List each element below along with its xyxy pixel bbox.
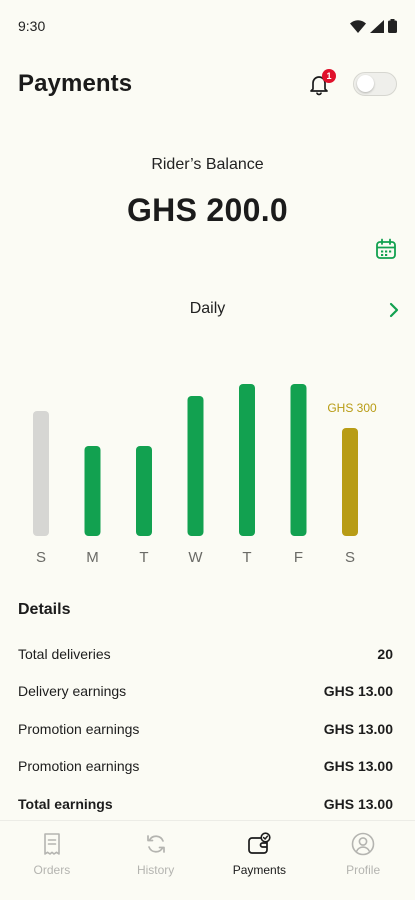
header: Payments 1: [18, 66, 397, 102]
chart-bar[interactable]: [290, 384, 307, 536]
detail-value: GHS 13.00: [323, 683, 393, 700]
availability-toggle[interactable]: [353, 72, 397, 96]
details-list: Total deliveries 20 Delivery earnings GH…: [18, 635, 393, 823]
status-bar: 9:30: [0, 0, 415, 52]
period-label: Daily: [189, 300, 226, 317]
chart-tick-label: M: [86, 549, 99, 566]
chart-tick-label: S: [345, 549, 355, 566]
chart-bar[interactable]: [33, 411, 49, 536]
daily-earnings-chart: S M T W T F S GHS 300: [33, 384, 377, 566]
detail-row-total-earnings: Total earnings GHS 13.00: [18, 785, 393, 823]
notifications-button[interactable]: 1: [307, 69, 336, 96]
detail-row-delivery-earnings: Delivery earnings GHS 13.00: [18, 673, 393, 711]
battery-icon: [388, 19, 397, 33]
calendar-icon: [376, 238, 396, 259]
status-icons: [350, 19, 397, 33]
wallet-icon: [248, 832, 271, 854]
calendar-button[interactable]: [375, 238, 397, 260]
chart-tick-label: S: [36, 549, 46, 566]
nav-item-history[interactable]: History: [111, 831, 201, 877]
detail-value: GHS 13.00: [323, 720, 393, 737]
bottom-nav: Orders History Payments Profile: [0, 820, 415, 900]
detail-row-total-deliveries: Total deliveries 20: [18, 635, 393, 673]
nav-item-payments[interactable]: Payments: [214, 831, 304, 877]
balance-label: Rider’s Balance: [151, 156, 264, 173]
receipt-icon: [44, 833, 60, 855]
chart-tick-label: W: [188, 549, 203, 566]
detail-value: GHS 13.00: [323, 795, 393, 812]
notification-badge: 1: [322, 69, 336, 83]
detail-value: 20: [377, 645, 393, 662]
cellular-signal-icon: [370, 19, 384, 33]
detail-label: Total deliveries: [18, 645, 111, 662]
user-icon: [351, 832, 375, 856]
nav-label: Profile: [346, 863, 381, 877]
toggle-knob: [357, 75, 374, 92]
details-title: Details: [18, 601, 71, 618]
page-title: Payments: [18, 70, 133, 97]
chart-bar[interactable]: [187, 396, 204, 536]
detail-label: Promotion earnings: [18, 758, 140, 775]
chart-bar[interactable]: [239, 384, 255, 536]
next-period-button[interactable]: [384, 300, 404, 320]
status-time: 9:30: [18, 18, 46, 34]
header-actions: 1: [307, 69, 397, 96]
detail-row-promotion-earnings: Promotion earnings GHS 13.00: [18, 710, 393, 748]
detail-row-promotion-earnings: Promotion earnings GHS 13.00: [18, 748, 393, 786]
detail-label: Promotion earnings: [18, 720, 140, 737]
detail-label: Total earnings: [18, 795, 113, 812]
chart-bar[interactable]: [84, 446, 101, 536]
chevron-right-icon: [389, 302, 399, 318]
chart-bar[interactable]: [342, 428, 358, 536]
wifi-icon: [350, 19, 366, 33]
balance-amount: GHS 200.0: [126, 192, 288, 228]
nav-item-profile[interactable]: Profile: [318, 831, 408, 877]
nav-label: Payments: [232, 863, 287, 877]
nav-item-orders[interactable]: Orders: [7, 831, 97, 877]
nav-label: Orders: [33, 863, 71, 877]
detail-value: GHS 13.00: [323, 758, 393, 775]
chart-tick-label: T: [139, 549, 148, 566]
chart-bar[interactable]: [136, 446, 152, 536]
chart-tick-label: T: [242, 549, 251, 566]
nav-label: History: [136, 863, 175, 877]
refresh-icon: [146, 835, 165, 853]
chart-data-label: GHS 300: [327, 401, 377, 415]
detail-label: Delivery earnings: [18, 683, 127, 700]
chart-tick-label: F: [294, 549, 303, 566]
